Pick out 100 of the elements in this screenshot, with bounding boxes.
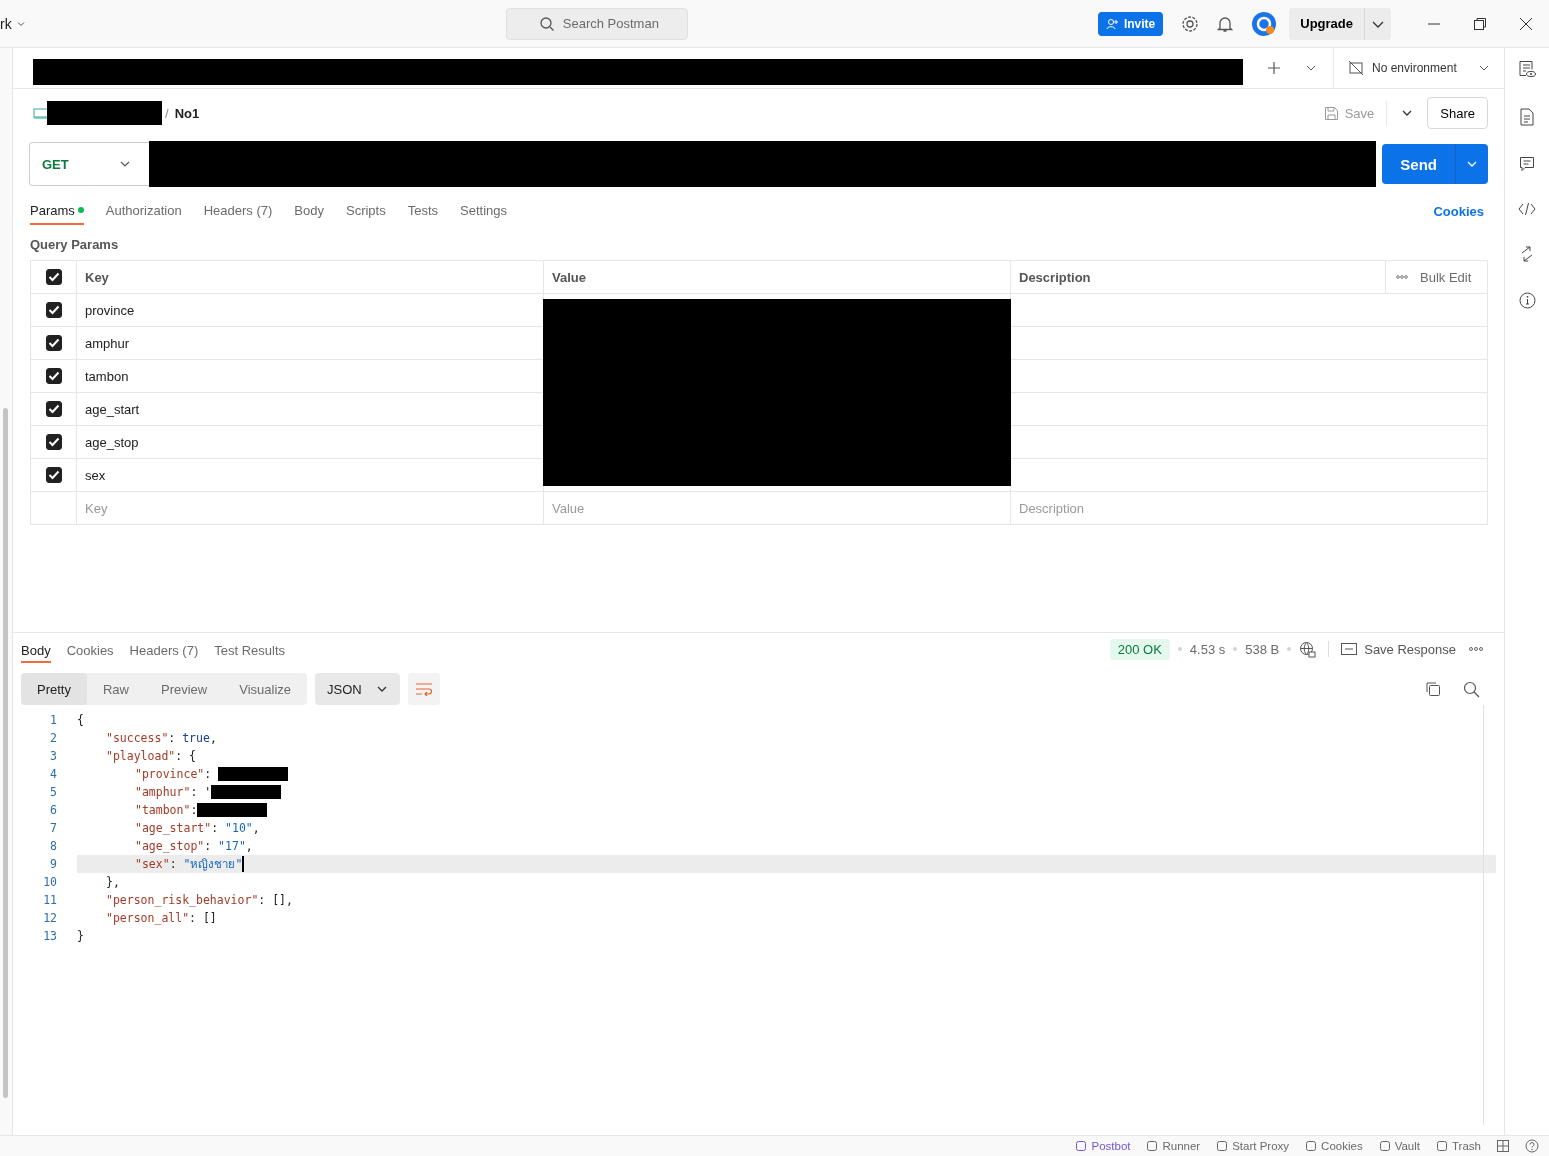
- status-bar-item[interactable]: Runner: [1146, 1140, 1201, 1152]
- response-tab[interactable]: Cookies: [66, 635, 114, 663]
- view-tab[interactable]: Visualize: [223, 673, 308, 705]
- request-tab[interactable]: Headers (7): [203, 197, 273, 225]
- line-number: 4: [49, 766, 57, 783]
- line-number: 11: [42, 892, 57, 909]
- http-icon: [33, 106, 49, 120]
- comment-icon[interactable]: [1519, 156, 1535, 172]
- section-title: Query Params: [29, 236, 120, 254]
- status-bar-item[interactable]: Vault: [1378, 1140, 1420, 1152]
- code-line: "success": true,: [105, 730, 218, 747]
- status-bar-item[interactable]: Start Proxy: [1216, 1140, 1290, 1152]
- info-icon[interactable]: [1518, 292, 1536, 309]
- line-number: 12: [42, 910, 57, 927]
- checkbox[interactable]: [45, 434, 62, 450]
- status-bar-item[interactable]: Trash: [1436, 1140, 1481, 1152]
- save-icon: [1323, 105, 1339, 121]
- status-item-icon: [1305, 1140, 1318, 1152]
- code-line: "playload": {: [105, 748, 198, 765]
- plus-icon[interactable]: [1267, 61, 1281, 75]
- line-number: 5: [49, 784, 57, 801]
- code-line: {: [77, 712, 85, 729]
- globe-icon[interactable]: [1299, 640, 1317, 658]
- code-line: "person_risk_behavior": [],: [105, 892, 294, 909]
- environment-eye-icon[interactable]: [1518, 60, 1536, 78]
- line-number: 9: [49, 856, 57, 873]
- status-badge: 200 OK: [1109, 638, 1170, 660]
- invite-button[interactable]: Invite: [1097, 11, 1164, 36]
- code-line: "province":: [77, 765, 1496, 783]
- scrollbar[interactable]: [3, 408, 8, 1098]
- checkbox[interactable]: [45, 368, 62, 384]
- example-icon: [1341, 643, 1358, 655]
- line-number: 3: [49, 748, 57, 765]
- request-tab[interactable]: Body: [294, 197, 324, 225]
- status-bar-item[interactable]: Cookies: [1305, 1140, 1363, 1152]
- request-tab[interactable]: Authorization: [105, 197, 182, 225]
- line-number: 6: [49, 802, 57, 819]
- table-cell: sex: [85, 467, 106, 483]
- search-field[interactable]: Search Postman: [505, 7, 688, 40]
- cookies-link[interactable]: Cookies: [1433, 203, 1484, 219]
- code-line: "age_start": "10",: [134, 820, 261, 837]
- column-header: Value: [552, 269, 586, 285]
- save-button[interactable]: Save: [1323, 101, 1388, 125]
- checkbox[interactable]: [45, 335, 62, 351]
- share-button[interactable]: Share: [1427, 97, 1488, 129]
- code-line: "age_stop": "17",: [134, 838, 254, 855]
- value-field[interactable]: Value: [552, 500, 585, 516]
- restore-icon[interactable]: [1473, 16, 1487, 31]
- no-environment-icon: [1348, 60, 1364, 76]
- save-response-button[interactable]: Save Response: [1341, 641, 1456, 657]
- bulk-edit-link[interactable]: Bulk Edit: [1420, 269, 1472, 285]
- code-icon[interactable]: [1518, 202, 1536, 216]
- line-number: 7: [49, 820, 57, 837]
- format-dropdown[interactable]: JSON: [315, 673, 400, 705]
- table-cell: tambon: [85, 368, 129, 384]
- request-tab[interactable]: Settings: [460, 197, 508, 225]
- avatar-icon[interactable]: [1251, 10, 1278, 37]
- close-icon[interactable]: [1519, 16, 1533, 31]
- copy-icon[interactable]: [1425, 681, 1441, 697]
- table-cell: age_start: [85, 401, 140, 417]
- request-tab[interactable]: Scripts: [345, 197, 386, 225]
- code-line: }: [77, 928, 85, 945]
- view-tab[interactable]: Preview: [145, 673, 224, 705]
- line-number: 8: [49, 838, 57, 855]
- bell-icon[interactable]: [1217, 14, 1234, 33]
- code-line: },: [105, 874, 121, 891]
- key-field[interactable]: Key: [85, 500, 108, 516]
- checkbox[interactable]: [45, 302, 62, 318]
- search-icon[interactable]: [1463, 680, 1480, 698]
- document-icon[interactable]: [1519, 108, 1535, 126]
- layout-icon[interactable]: [1497, 1140, 1509, 1152]
- view-tab[interactable]: Pretty: [21, 673, 87, 705]
- request-tab[interactable]: Tests: [407, 197, 439, 225]
- line-number: 1: [49, 712, 57, 729]
- response-time: 4.53 s: [1189, 641, 1226, 657]
- environment-selector[interactable]: No environment: [1333, 48, 1504, 88]
- status-bar-item[interactable]: Postbot: [1075, 1140, 1131, 1152]
- help-icon[interactable]: [1525, 1139, 1539, 1153]
- column-header: Key: [85, 269, 109, 285]
- arrows-icon[interactable]: [1520, 246, 1534, 262]
- table-cell: age_stop: [85, 434, 139, 450]
- checkbox[interactable]: [45, 467, 62, 483]
- response-tab[interactable]: Body: [21, 635, 51, 663]
- settings-icon[interactable]: [1181, 14, 1200, 33]
- code-line: "tambon":: [77, 801, 1496, 819]
- line-number: 10: [42, 874, 57, 891]
- request-name[interactable]: No1: [174, 105, 200, 121]
- view-tab[interactable]: Raw: [86, 673, 145, 705]
- response-tab[interactable]: Headers (7): [129, 635, 199, 663]
- description-field[interactable]: Description: [1019, 500, 1085, 516]
- status-item-icon: [1146, 1140, 1159, 1152]
- workspace-name[interactable]: rk: [0, 15, 12, 32]
- status-item-icon: [1378, 1140, 1391, 1152]
- checkbox[interactable]: [45, 269, 62, 285]
- more-icon[interactable]: [1468, 646, 1484, 652]
- response-tab[interactable]: Test Results: [214, 635, 286, 663]
- request-tab[interactable]: Params: [30, 197, 84, 225]
- line-number: 13: [42, 928, 57, 945]
- status-item-icon: [1436, 1140, 1448, 1152]
- checkbox[interactable]: [45, 401, 62, 417]
